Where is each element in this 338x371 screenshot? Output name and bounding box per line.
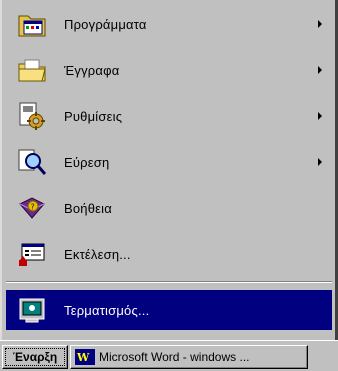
menu-item-label: Ρυθμίσεις <box>64 108 123 124</box>
programs-folder-icon <box>16 8 48 40</box>
menu-item-label: Τερματισμός... <box>64 302 150 318</box>
menu-item-programs[interactable]: Προγράμματα <box>6 4 332 44</box>
word-icon: W <box>75 349 95 365</box>
menu-item-label: Προγράμματα <box>64 16 147 32</box>
task-button-word[interactable]: W Microsoft Word - windows ... <box>70 345 308 369</box>
menu-item-label: Εκτέλεση... <box>64 246 131 262</box>
svg-text:W: W <box>76 351 90 364</box>
documents-folder-icon <box>16 54 48 86</box>
find-icon <box>16 146 48 178</box>
help-book-icon: ? <box>16 192 48 224</box>
menu-item-documents[interactable]: Έγγραφα <box>6 50 332 90</box>
menu-item-label: Έγγραφα <box>64 62 120 78</box>
run-icon <box>16 238 48 270</box>
task-button-label: Microsoft Word - windows ... <box>99 350 250 364</box>
start-button[interactable]: Έναρξη <box>2 345 68 369</box>
shutdown-icon <box>16 294 48 326</box>
menu-item-find[interactable]: Εύρεση <box>6 142 332 182</box>
menu-item-run[interactable]: Εκτέλεση... <box>6 234 332 274</box>
menu-left-border <box>0 0 2 340</box>
submenu-arrow-icon <box>318 112 322 120</box>
menu-item-help[interactable]: ? Βοήθεια <box>6 188 332 228</box>
menu-separator <box>6 281 332 283</box>
submenu-arrow-icon <box>318 66 322 74</box>
start-menu: Προγράμματα Έγγραφα Ρυθμίσεις Εύρεση ? Β… <box>0 0 338 340</box>
menu-item-label: Εύρεση <box>64 154 110 170</box>
menu-item-label: Βοήθεια <box>64 200 112 216</box>
submenu-arrow-icon <box>318 20 322 28</box>
taskbar: Έναρξη W Microsoft Word - windows ... <box>0 340 338 371</box>
svg-text:?: ? <box>31 203 35 212</box>
menu-item-settings[interactable]: Ρυθμίσεις <box>6 96 332 136</box>
menu-item-shutdown[interactable]: Τερματισμός... <box>6 290 332 330</box>
settings-icon <box>16 100 48 132</box>
submenu-arrow-icon <box>318 158 322 166</box>
